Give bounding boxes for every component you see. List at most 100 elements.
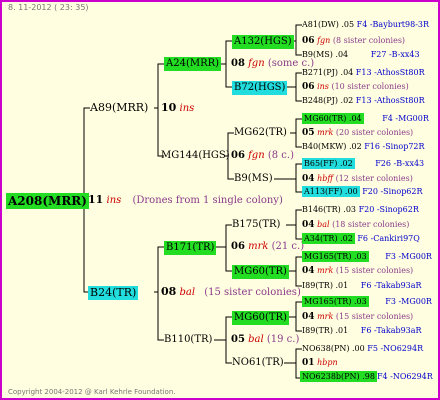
gen3-ins-number: 05 (302, 128, 315, 138)
sire-ins-number: 10 (161, 101, 177, 114)
gen3-ins-5: 04 bal (18 sister colonies) (302, 220, 409, 230)
gen4-queen-id[interactable]: B9(MS) .04 (302, 50, 348, 59)
gen3-ins-label: hbpn (317, 358, 338, 367)
gen4-queen-id[interactable]: B40(MKW) .02 (302, 142, 362, 151)
gen4-queen-id[interactable]: MG165(TR) .03 (302, 251, 369, 262)
gen4-row-9: B146(TR) .03 F20 -Sinop62R (302, 205, 419, 215)
gen4-row-11: MG165(TR) .03 F3 -MG00R (302, 251, 432, 262)
b171-note: (21 c.) (271, 241, 305, 252)
gen4-row-8: A113(FF) .00 F20 -Sinop62R (302, 186, 423, 197)
gen4-queen-id[interactable]: A34(TR) .02 (302, 233, 355, 244)
gen4-queen-id[interactable]: I89(TR) .01 (302, 281, 348, 290)
gen3-ins-2: 06 ins (10 sister colonies) (302, 82, 409, 92)
gen3-ins-number: 04 (302, 174, 315, 184)
gen3-note: (10 sister colonies) (331, 82, 409, 91)
gen2-queen-a24[interactable]: A24(MRR) (164, 57, 222, 71)
dam-queen-id[interactable]: B24(TR) (88, 286, 139, 300)
dam-ins-number: 08 (161, 285, 177, 298)
gen3-ins-label: hbff (317, 174, 334, 183)
gen4-line-tag: F26 -B-xx43 (375, 159, 425, 168)
mg144-ins-number: 06 (231, 150, 245, 161)
gen3-queen-3[interactable]: MG62(TR) (234, 127, 287, 139)
dam-note: (15 sister colonies) (204, 287, 301, 298)
gen4-line-tag: F3 -MG00R (385, 252, 432, 261)
gen3-ins-6: 04 mrk (15 sister colonies) (302, 266, 413, 276)
gen3-ins-label: ins (317, 82, 329, 91)
gen4-queen-id[interactable]: NO638(PN) .00 (302, 344, 365, 353)
gen4-row-7: B65(FF) .02 F26 -B-xx43 (302, 158, 425, 169)
gen2-b110-insemination: 05 bal (19 c.) (231, 334, 299, 346)
gen3-queen-2[interactable]: B72(HGS) (232, 81, 288, 95)
gen4-line-tag: F4 -NO6294R (376, 372, 433, 381)
gen4-line-tag: F20 -Sinop62R (358, 205, 419, 214)
gen4-queen-id[interactable]: NO6238b(PN) .98 (300, 371, 377, 382)
gen2-b171-insemination: 06 mrk (21 c.) (231, 241, 304, 253)
gen4-queen-id[interactable]: B248(PJ) .02 (302, 96, 353, 105)
gen4-line-tag: F20 -Sinop62R (362, 187, 423, 196)
gen4-row-5: MG60(TR) .04 F4 -MG00R (302, 113, 429, 124)
gen3-note: (15 sister colonies) (335, 266, 414, 275)
gen3-queen-1[interactable]: A132(HGS) (232, 35, 294, 49)
gen3-note: (8 sister colonies) (332, 36, 406, 45)
report-date: 8. 11-2012 ( 23: 35) (8, 3, 89, 12)
gen4-line-tag: F6 -Cankiri97Q (357, 234, 420, 243)
gen2-queen-b171[interactable]: B171(TR) (164, 241, 217, 255)
copyright-footer: Copyright 2004-2012 @ Karl Kehrle Founda… (8, 388, 176, 396)
gen3-ins-number: 06 (302, 36, 315, 46)
gen4-row-1: A81(DW) .05 F4 -Bayburt98-3R (302, 20, 429, 30)
gen3-note: (15 sister colonies) (335, 312, 414, 321)
dam-ins-label: bal (179, 287, 196, 298)
gen4-queen-id[interactable]: MG60(TR) .04 (302, 113, 364, 124)
gen3-note: (18 sister colonies) (332, 220, 410, 229)
gen4-queen-id[interactable]: A81(DW) .05 (302, 20, 354, 29)
gen4-line-tag: F16 -Sinop72R (364, 142, 425, 151)
gen4-line-tag: F13 -AthosSt80R (355, 96, 425, 105)
gen2-queen-mg144[interactable]: MG144(HGS) (161, 150, 230, 162)
b110-ins-number: 05 (231, 334, 245, 345)
gen3-queen-4[interactable]: B9(MS) (234, 173, 273, 185)
mg144-note: (8 c.) (267, 150, 294, 161)
gen3-queen-6[interactable]: MG60(TR) (232, 265, 289, 279)
gen4-queen-id[interactable]: MG165(TR) .03 (302, 296, 369, 307)
gen4-queen-id[interactable]: B271(PJ) .04 (302, 68, 353, 77)
a24-ins-number: 08 (231, 58, 245, 69)
gen4-line-tag: F27 -B-xx43 (370, 50, 420, 59)
gen3-note: (12 sister colonies) (335, 174, 413, 183)
b110-note: (19 c.) (266, 334, 300, 345)
gen3-ins-number: 01 (302, 358, 315, 368)
b171-ins-label: mrk (248, 241, 269, 252)
pedigree-frame: 8. 11-2012 ( 23: 35) A208(MRR) 11 ins (D… (0, 0, 440, 400)
gen3-ins-number: 04 (302, 220, 315, 230)
root-note: (Drones from 1 single colony) (132, 195, 283, 206)
gen3-note: (20 sister colonies) (335, 128, 414, 137)
gen3-ins-label: bal (317, 220, 330, 229)
gen4-queen-id[interactable]: A113(FF) .00 (302, 186, 360, 197)
gen3-ins-8: 01 hbpn (302, 358, 338, 368)
gen4-row-13: MG165(TR) .03 F3 -MG00R (302, 296, 432, 307)
gen4-queen-id[interactable]: B146(TR) .03 (302, 205, 356, 214)
gen2-queen-b110[interactable]: B110(TR) (164, 334, 212, 346)
gen4-row-4: B248(PJ) .02 F13 -AthosSt80R (302, 96, 425, 106)
b110-ins-label: bal (248, 334, 264, 345)
gen3-ins-1: 06 fgn (8 sister colonies) (302, 36, 405, 46)
gen4-line-tag: F6 -Takab93aR (360, 281, 422, 290)
gen4-row-15: NO638(PN) .00 F5 -NO6294R (302, 344, 423, 354)
gen4-row-3: B271(PJ) .04 F13 -AthosSt80R (302, 68, 425, 78)
root-ins-label: ins (106, 195, 122, 206)
gen3-queen-7[interactable]: MG60(TR) (232, 311, 289, 325)
gen3-queen-8[interactable]: NO61(TR) (232, 357, 284, 369)
gen4-queen-id[interactable]: B65(FF) .02 (302, 158, 355, 169)
gen4-line-tag: F5 -NO6294R (367, 344, 424, 353)
gen3-ins-4: 04 hbff (12 sister colonies) (302, 174, 413, 184)
gen4-queen-id[interactable]: I89(TR) .01 (302, 326, 348, 335)
sire-queen-id[interactable]: A89(MRR) (90, 102, 148, 114)
sire-insemination: 10 ins (161, 102, 194, 115)
root-queen-id[interactable]: A208(MRR) (6, 193, 89, 209)
gen4-row-10: A34(TR) .02 F6 -Cankiri97Q (302, 233, 420, 244)
gen4-line-tag: F4 -MG00R (382, 114, 429, 123)
gen3-queen-5[interactable]: B175(TR) (232, 219, 280, 231)
gen4-line-tag: F6 -Takab93aR (360, 326, 422, 335)
gen2-mg144-insemination: 06 fgn (8 c.) (231, 150, 294, 162)
b171-ins-number: 06 (231, 241, 245, 252)
mg144-ins-label: fgn (248, 150, 265, 161)
